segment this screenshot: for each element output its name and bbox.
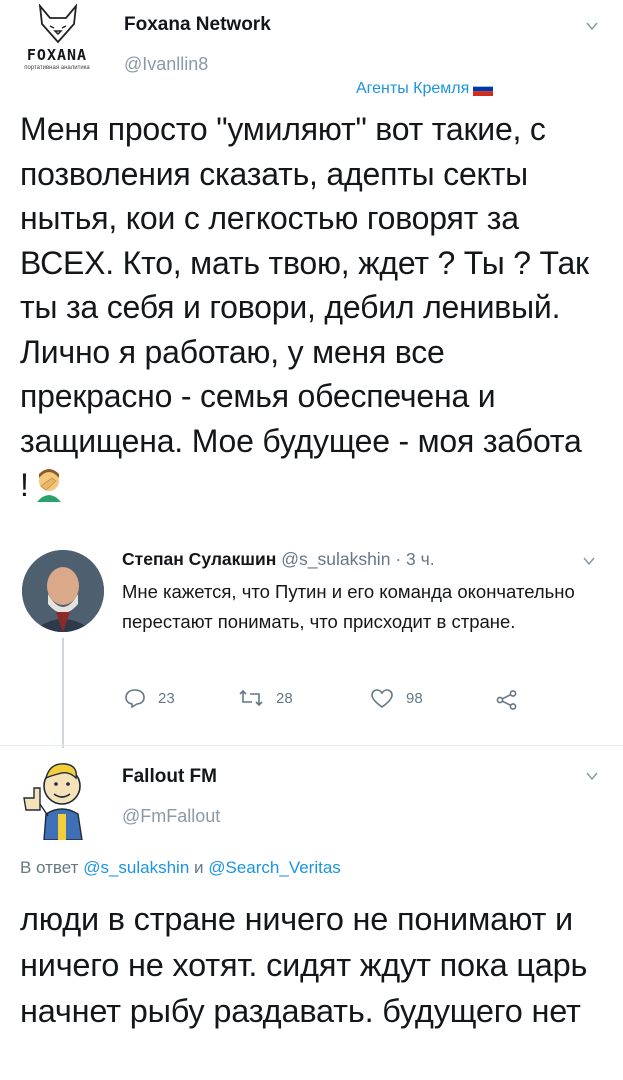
author-handle[interactable]: @Ivanllin8: [124, 54, 208, 75]
retweet-count: 28: [276, 689, 293, 707]
reply-prefix: В ответ: [20, 858, 79, 877]
tweet-text: Меня просто "умиляют" вот такие, с позво…: [20, 111, 589, 503]
chevron-down-icon[interactable]: [586, 20, 598, 32]
facepalm-emoji-icon: [36, 469, 61, 502]
quoted-text: Мне кажется, что Путин и его команда око…: [122, 581, 575, 632]
quoted-time[interactable]: 3 ч.: [406, 549, 435, 569]
vault-boy-icon: [23, 763, 83, 841]
reply-count: 23: [158, 689, 175, 707]
retweet-icon: [239, 689, 263, 707]
chevron-down-icon[interactable]: [586, 770, 598, 782]
logo-text: FOXANA: [26, 46, 88, 64]
divider: [0, 745, 623, 746]
thread-line: [62, 638, 64, 748]
fox-head-icon: [38, 4, 78, 44]
reply-icon: [125, 689, 145, 708]
quoted-author-handle[interactable]: @s_sulakshin: [281, 549, 390, 569]
reply-mention-2[interactable]: @Search_Veritas: [208, 858, 341, 877]
logo-subtext: портативная аналитика: [24, 65, 90, 71]
author-name[interactable]: Fallout FM: [122, 766, 217, 788]
author-name[interactable]: Foxana Network: [124, 14, 271, 36]
quoted-header: Степан Сулакшин @s_sulakshin · 3 ч.: [122, 549, 435, 570]
fallout-avatar[interactable]: [20, 754, 104, 841]
like-button[interactable]: 98: [370, 688, 423, 709]
foxana-logo[interactable]: FOXANA портативная аналитика: [14, 4, 100, 76]
quoted-avatar[interactable]: [22, 550, 104, 632]
reply-context: В ответ @s_sulakshin и @Search_Veritas: [20, 858, 341, 878]
reply-button[interactable]: 23: [124, 688, 175, 708]
tweet-text: люди в стране ничего не понимают и ничег…: [20, 901, 588, 1029]
person-photo-icon: [22, 550, 104, 632]
reply-mention-1[interactable]: @s_sulakshin: [83, 858, 189, 877]
russia-flag-icon: [473, 82, 494, 96]
time-separator: ·: [395, 549, 402, 569]
heart-icon: [371, 689, 393, 708]
state-label-text: Агенты Кремля: [356, 80, 470, 97]
reply-and: и: [194, 858, 204, 877]
state-label: Агенты Кремля: [356, 80, 494, 98]
chevron-down-icon[interactable]: [583, 555, 595, 567]
like-count: 98: [406, 690, 423, 707]
quoted-author-name[interactable]: Степан Сулакшин: [122, 549, 276, 569]
author-handle[interactable]: @FmFallout: [122, 806, 220, 827]
share-icon[interactable]: [496, 690, 518, 710]
retweet-button[interactable]: 28: [238, 688, 293, 708]
